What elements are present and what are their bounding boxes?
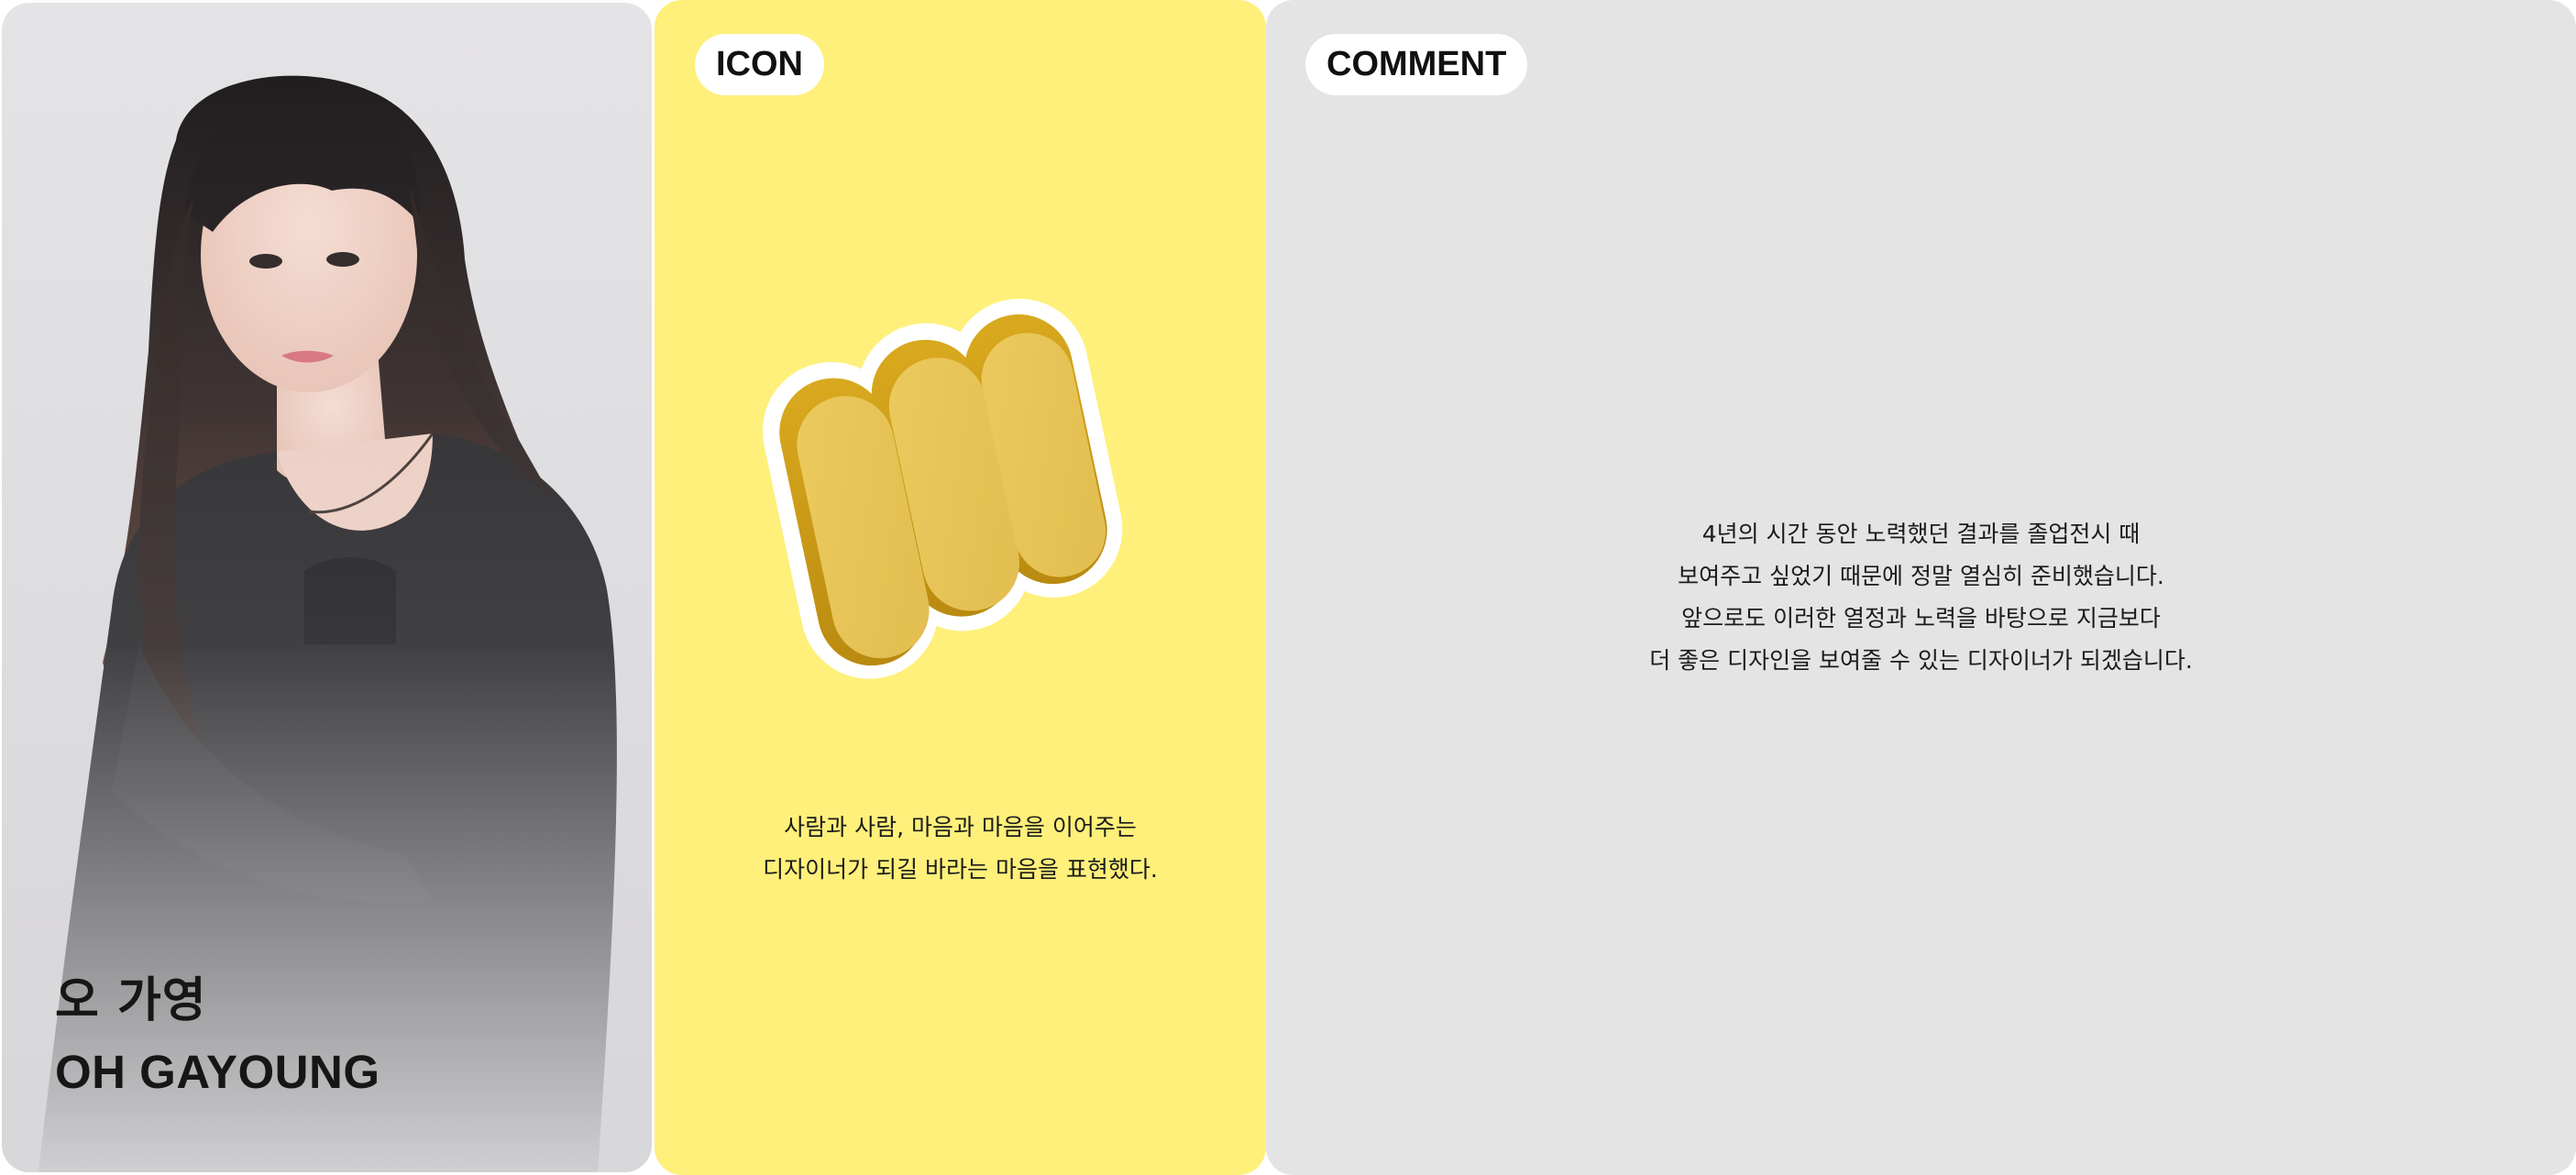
- profile-card: 오 가영 OH GAYOUNG: [2, 3, 652, 1172]
- icon-caption-line: 디자이너가 되길 바라는 마음을 표현했다.: [763, 856, 1158, 883]
- name-english: OH GAYOUNG: [55, 1046, 380, 1098]
- icon-caption: 사람과 사람, 마음과 마음을 이어주는 디자이너가 되길 바라는 마음을 표현…: [655, 807, 1266, 891]
- comment-card: COMMENT 4년의 시간 동안 노력했던 결과를 졸업전시 때 보여주고 싶…: [1266, 0, 2576, 1175]
- comment-line: 4년의 시간 동안 노력했던 결과를 졸업전시 때: [1701, 521, 2141, 547]
- profile-name-block: 오 가영 OH GAYOUNG: [55, 965, 380, 1108]
- icon-card: ICON 사람과 사람, 마음과 마음을 이어주는 디자이너가 되길 바라는 마…: [655, 0, 1266, 1175]
- name-korean: 오 가영: [55, 973, 207, 1028]
- comment-line: 더 좋은 디자인을 보여줄 수 있는 디자이너가 되겠습니다.: [1649, 647, 2193, 674]
- comment-line: 보여주고 싶었기 때문에 정말 열심히 준비했습니다.: [1678, 563, 2164, 589]
- icon-badge: ICON: [695, 34, 824, 95]
- portfolio-page: 오 가영 OH GAYOUNG ICON 사람과 사람, 마음과 마음을 이어주…: [0, 0, 2576, 1175]
- comment-line: 앞으로도 이러한 열정과 노력을 바탕으로 지금보다: [1681, 605, 2161, 631]
- comment-text: 4년의 시간 동안 노력했던 결과를 졸업전시 때 보여주고 싶었기 때문에 정…: [1266, 513, 2576, 682]
- comment-badge: COMMENT: [1305, 34, 1528, 95]
- icon-caption-line: 사람과 사람, 마음과 마음을 이어주는: [784, 814, 1137, 840]
- yellow-3d-rounded-m-icon: [762, 298, 1123, 679]
